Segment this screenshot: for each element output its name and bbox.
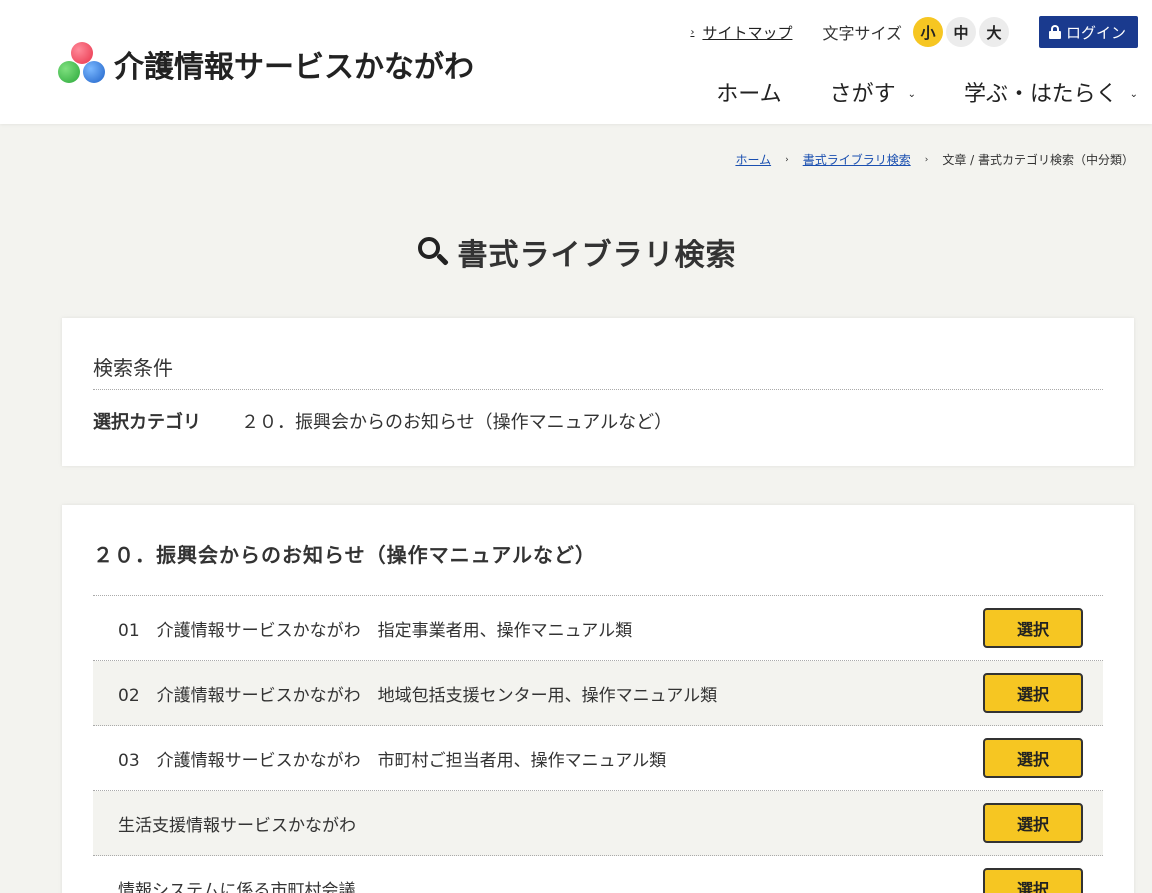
nav-item-label: 学ぶ・はたらく: [964, 82, 1118, 107]
fontsize-small-button[interactable]: 小: [912, 17, 943, 47]
site-header: 介護情報サービスかながわ › サイトマップ 文字サイズ 小 中 大 ログイン ホ…: [0, 0, 1152, 124]
selected-category-value: ２０．振興会からのお知らせ（操作マニュアルなど）: [241, 412, 673, 433]
list-item: 情報システムに係る市町村会議 選択: [93, 856, 1103, 893]
login-label: ログイン: [1065, 23, 1126, 42]
main-nav: ホーム さがす ⌄ 学ぶ・はたらく ⌄: [668, 76, 1138, 108]
logo-mark-icon: [58, 42, 106, 86]
page-title-row: 書式ライブラリ検索: [0, 230, 1152, 274]
list-item-text: 01 介護情報サービスかながわ 指定事業者用、操作マニュアル類: [118, 620, 633, 641]
list-item-text: 03 介護情報サービスかながわ 市町村ご担当者用、操作マニュアル類: [118, 750, 667, 771]
list-item-text: 情報システムに係る市町村会議: [118, 880, 356, 893]
breadcrumb-current: 文章 / 書式カテゴリ検索（中分類）: [942, 153, 1134, 167]
site-logo[interactable]: 介護情報サービスかながわ: [58, 42, 474, 86]
list-item-text: 生活支援情報サービスかながわ: [118, 815, 356, 836]
fontsize-label: 文字サイズ: [822, 24, 902, 43]
selected-category-label: 選択カテゴリ: [93, 412, 201, 433]
fontsize-medium-button[interactable]: 中: [945, 17, 976, 47]
sitemap-link[interactable]: › サイトマップ: [690, 22, 792, 43]
chevron-right-icon: ›: [785, 154, 789, 165]
select-button[interactable]: 選択: [983, 738, 1083, 778]
nav-item-label: ホーム: [716, 82, 782, 107]
divider: [93, 389, 1103, 390]
list-item-text: 02 介護情報サービスかながわ 地域包括支援センター用、操作マニュアル類: [118, 685, 718, 706]
conditions-title: 検索条件: [93, 356, 173, 380]
list-item: 02 介護情報サービスかながわ 地域包括支援センター用、操作マニュアル類 選択: [93, 661, 1103, 726]
chevron-right-icon: ›: [924, 154, 929, 165]
utility-bar: › サイトマップ 文字サイズ 小 中 大 ログイン: [690, 16, 1138, 48]
select-button[interactable]: 選択: [983, 803, 1083, 843]
search-conditions-card: 検索条件 選択カテゴリ ２０．振興会からのお知らせ（操作マニュアルなど）: [62, 318, 1134, 466]
select-button[interactable]: 選択: [983, 868, 1083, 893]
fontsize-large-button[interactable]: 大: [978, 17, 1009, 47]
chevron-down-icon: ⌄: [1129, 88, 1138, 100]
page-title: 書式ライブラリ検索: [457, 238, 737, 273]
lock-icon: [1048, 25, 1061, 39]
chevron-down-icon: ⌄: [907, 88, 917, 100]
chevron-right-icon: ›: [690, 26, 695, 38]
results-list: 01 介護情報サービスかながわ 指定事業者用、操作マニュアル類 選択 02 介護…: [93, 595, 1103, 893]
list-item: 生活支援情報サービスかながわ 選択: [93, 791, 1103, 856]
list-item: 01 介護情報サービスかながわ 指定事業者用、操作マニュアル類 選択: [93, 596, 1103, 661]
nav-item-home[interactable]: ホーム: [716, 76, 781, 108]
sitemap-label: サイトマップ: [702, 23, 793, 42]
results-title: ２０．振興会からのお知らせ（操作マニュアルなど）: [93, 543, 596, 567]
list-item: 03 介護情報サービスかながわ 市町村ご担当者用、操作マニュアル類 選択: [93, 726, 1103, 791]
logo-text: 介護情報サービスかながわ: [114, 50, 474, 85]
select-button[interactable]: 選択: [983, 608, 1083, 648]
results-card: ２０．振興会からのお知らせ（操作マニュアルなど） 01 介護情報サービスかながわ…: [62, 505, 1134, 893]
nav-item-learn-work[interactable]: 学ぶ・はたらく ⌄: [964, 76, 1138, 108]
breadcrumb-library-link[interactable]: 書式ライブラリ検索: [803, 151, 911, 168]
breadcrumb: ホーム › 書式ライブラリ検索 › 文章 / 書式カテゴリ検索（中分類）: [735, 151, 1134, 168]
search-icon: [416, 235, 450, 269]
select-button[interactable]: 選択: [983, 673, 1083, 713]
selected-category-row: 選択カテゴリ ２０．振興会からのお知らせ（操作マニュアルなど）: [93, 408, 672, 434]
nav-item-search[interactable]: さがす ⌄: [830, 76, 916, 108]
login-button[interactable]: ログイン: [1038, 16, 1138, 48]
breadcrumb-home-link[interactable]: ホーム: [735, 151, 771, 168]
nav-item-label: さがす: [829, 82, 896, 107]
